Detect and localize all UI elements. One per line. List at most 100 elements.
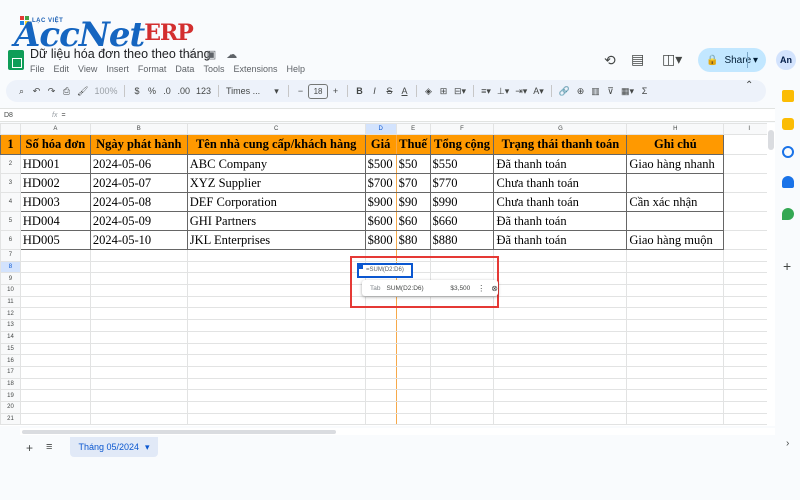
vertical-scrollbar[interactable] bbox=[767, 123, 775, 426]
collapse-toolbar-icon[interactable]: ⌃ bbox=[745, 80, 753, 91]
table-cell[interactable] bbox=[626, 319, 725, 332]
table-cell[interactable] bbox=[186, 377, 366, 391]
table-cell[interactable] bbox=[19, 400, 91, 414]
table-cell[interactable] bbox=[395, 354, 431, 367]
sheet-tab-thang-05[interactable]: Tháng 05/2024 ▾ bbox=[70, 437, 158, 457]
table-cell[interactable] bbox=[186, 284, 366, 297]
menu-insert[interactable]: Insert bbox=[106, 64, 129, 74]
table-cell[interactable] bbox=[89, 319, 188, 332]
comments-icon[interactable]: ▤ bbox=[631, 51, 644, 68]
row-header[interactable]: 20 bbox=[0, 400, 21, 414]
table-cell[interactable] bbox=[89, 400, 188, 414]
vertical-align-icon[interactable]: ⊥▾ bbox=[494, 80, 512, 102]
table-cell[interactable] bbox=[89, 377, 188, 391]
strikethrough-button[interactable]: S bbox=[382, 80, 397, 102]
row-header[interactable]: 10 bbox=[0, 284, 21, 297]
move-folder-icon[interactable]: ▣ bbox=[206, 48, 216, 61]
table-cell[interactable] bbox=[493, 412, 628, 426]
table-cell[interactable]: $80 bbox=[395, 230, 431, 250]
menu-extensions[interactable]: Extensions bbox=[233, 64, 277, 74]
number-format-button[interactable]: 123 bbox=[193, 80, 214, 102]
active-cell-editor[interactable]: =SUM(D2:D6) bbox=[357, 263, 413, 278]
column-header-e[interactable]: E bbox=[395, 123, 431, 135]
star-icon[interactable]: ☆ bbox=[186, 48, 196, 61]
table-cell[interactable] bbox=[19, 330, 91, 344]
table-cell[interactable] bbox=[395, 342, 431, 356]
bold-button[interactable]: B bbox=[352, 80, 367, 102]
row-header[interactable]: 2 bbox=[0, 154, 21, 174]
print-icon[interactable]: ⎙ bbox=[59, 80, 74, 102]
increase-decimal-button[interactable]: .00 bbox=[174, 80, 193, 102]
table-cell[interactable]: $660 bbox=[429, 211, 495, 231]
table-cell[interactable] bbox=[19, 354, 91, 367]
table-cell[interactable] bbox=[395, 319, 431, 332]
table-cell[interactable] bbox=[89, 249, 188, 262]
menu-data[interactable]: Data bbox=[175, 64, 194, 74]
table-cell[interactable] bbox=[626, 249, 725, 262]
table-cell[interactable] bbox=[364, 412, 397, 426]
table-cell[interactable]: $600 bbox=[364, 211, 397, 231]
undo-icon[interactable]: ↶ bbox=[29, 80, 44, 102]
table-cell[interactable] bbox=[89, 295, 188, 309]
table-cell[interactable] bbox=[429, 307, 495, 321]
column-header-h[interactable]: H bbox=[626, 123, 725, 135]
insert-link-icon[interactable]: 🔗 bbox=[556, 80, 573, 102]
horizontal-scroll-thumb[interactable] bbox=[22, 430, 336, 434]
table-cell[interactable] bbox=[89, 365, 188, 379]
column-header-f[interactable]: F bbox=[429, 123, 495, 135]
select-all-corner[interactable] bbox=[0, 123, 21, 135]
row-header[interactable]: 7 bbox=[0, 249, 21, 262]
table-cell[interactable]: 2024-05-07 bbox=[89, 173, 188, 193]
italic-button[interactable]: I bbox=[367, 80, 382, 102]
table-cell[interactable] bbox=[626, 342, 725, 356]
table-cell[interactable]: $990 bbox=[429, 192, 495, 212]
table-cell[interactable]: JKL Enterprises bbox=[186, 230, 366, 250]
table-cell[interactable]: $880 bbox=[429, 230, 495, 250]
table-cell[interactable]: HD001 bbox=[19, 154, 91, 174]
table-cell[interactable] bbox=[395, 330, 431, 344]
zoom-select[interactable]: 100% bbox=[91, 80, 120, 102]
sheet-tab-dropdown-icon[interactable]: ▾ bbox=[145, 442, 150, 453]
table-cell[interactable]: $70 bbox=[395, 173, 431, 193]
table-cell[interactable] bbox=[364, 400, 397, 414]
sheets-app-icon[interactable] bbox=[8, 50, 24, 70]
table-cell[interactable] bbox=[429, 365, 495, 379]
table-cell[interactable] bbox=[364, 342, 397, 356]
header-cell[interactable]: Ghi chú bbox=[626, 134, 725, 155]
table-cell[interactable]: $60 bbox=[395, 211, 431, 231]
row-header[interactable]: 15 bbox=[0, 342, 21, 356]
row-header[interactable]: 13 bbox=[0, 319, 21, 332]
horizontal-align-icon[interactable]: ≡▾ bbox=[478, 80, 494, 102]
table-cell[interactable]: Chưa thanh toán bbox=[493, 192, 628, 212]
increase-font-size-button[interactable]: + bbox=[328, 80, 343, 102]
table-cell[interactable] bbox=[19, 377, 91, 391]
table-cell[interactable] bbox=[626, 211, 725, 231]
table-cell[interactable] bbox=[186, 319, 366, 332]
table-cell[interactable] bbox=[626, 284, 725, 297]
table-cell[interactable] bbox=[186, 400, 366, 414]
table-cell[interactable] bbox=[364, 365, 397, 379]
column-header-a[interactable]: A bbox=[19, 123, 91, 135]
table-cell[interactable] bbox=[19, 412, 91, 426]
fill-color-icon[interactable]: ◈ bbox=[421, 80, 436, 102]
table-cell[interactable] bbox=[364, 389, 397, 402]
table-cell[interactable] bbox=[19, 342, 91, 356]
column-header-b[interactable]: B bbox=[89, 123, 188, 135]
table-cell[interactable] bbox=[493, 284, 628, 297]
table-cell[interactable] bbox=[19, 272, 91, 286]
table-cell[interactable] bbox=[493, 330, 628, 344]
formula-input[interactable]: = bbox=[61, 112, 65, 119]
table-cell[interactable] bbox=[626, 412, 725, 426]
table-cell[interactable]: ABC Company bbox=[186, 154, 366, 174]
menu-edit[interactable]: Edit bbox=[54, 64, 70, 74]
table-cell[interactable] bbox=[626, 307, 725, 321]
header-cell[interactable]: Thuế bbox=[395, 134, 431, 155]
redo-icon[interactable]: ↷ bbox=[44, 80, 59, 102]
table-cell[interactable]: HD004 bbox=[19, 211, 91, 231]
tasks-icon[interactable] bbox=[782, 146, 794, 158]
calendar-icon[interactable] bbox=[782, 90, 794, 102]
table-cell[interactable] bbox=[429, 354, 495, 367]
table-cell[interactable]: $900 bbox=[364, 192, 397, 212]
document-title[interactable]: Dữ liệu hóa đơn theo theo tháng bbox=[30, 47, 211, 61]
table-cell[interactable] bbox=[493, 365, 628, 379]
